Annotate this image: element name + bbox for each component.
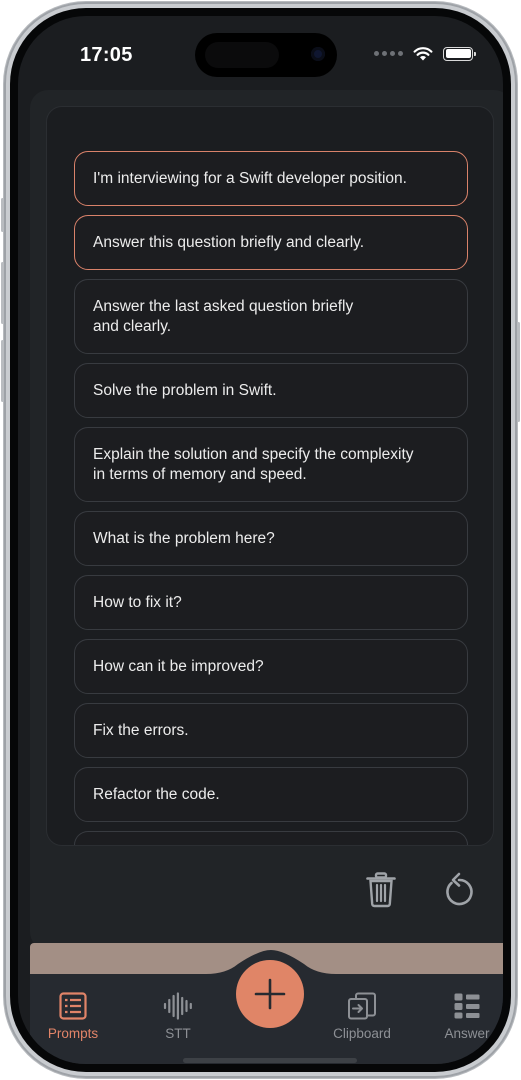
sensor	[205, 42, 279, 68]
volume-down-button	[1, 340, 4, 402]
prompt-scroll-area[interactable]: I'm interviewing for a Swift developer p…	[46, 106, 494, 846]
status-time: 17:05	[80, 44, 133, 66]
battery-icon	[443, 46, 476, 61]
tab-label: Clipboard	[333, 1026, 391, 1041]
prompt-item[interactable]: How to fix it?	[74, 575, 468, 630]
prompt-list: I'm interviewing for a Swift developer p…	[74, 151, 468, 845]
prompt-item[interactable]: Solve the problem in Swift.	[74, 363, 468, 418]
answer-list-icon	[454, 993, 480, 1019]
prompt-text: Explain the solution and specify the com…	[93, 446, 414, 483]
clipboard-paste-icon	[348, 992, 376, 1020]
prompt-item[interactable]: What is the problem here?	[74, 511, 468, 566]
prompt-text: How to fix it?	[93, 593, 182, 611]
waveform-icon	[163, 992, 192, 1020]
prompt-text: Solve the problem in Swift.	[93, 381, 277, 399]
power-button	[517, 322, 520, 422]
prompts-list-icon	[59, 992, 87, 1020]
screen: 17:05 I'm interviewing for a Swift devel…	[18, 16, 503, 1064]
delete-button[interactable]	[361, 868, 401, 912]
camera	[311, 47, 325, 61]
prompt-text: I'm interviewing for a Swift developer p…	[93, 169, 407, 187]
add-prompt-button[interactable]	[236, 960, 304, 1028]
trash-icon	[366, 872, 396, 908]
tab-prompts[interactable]: Prompts	[28, 992, 118, 1041]
prompt-item[interactable]: Explain the solution and specify the com…	[74, 427, 468, 502]
prompt-item[interactable]: Answer the last asked question briefly a…	[74, 279, 468, 354]
prompt-text: How can it be improved?	[93, 657, 264, 675]
prompt-item[interactable]: I'm interviewing for a Swift developer p…	[74, 151, 468, 206]
bezel: 17:05 I'm interviewing for a Swift devel…	[10, 8, 511, 1072]
prompt-text: Answer this question briefly and clearly…	[93, 233, 365, 251]
prompt-text: What is the problem here?	[93, 529, 275, 547]
prompt-item[interactable]: Refactor the code.	[74, 767, 468, 822]
action-button	[1, 198, 4, 232]
phone-frame: 17:05 I'm interviewing for a Swift devel…	[1, 2, 520, 1078]
tab-label: Prompts	[47, 1026, 99, 1041]
tab-label: Answer	[444, 1026, 490, 1041]
volume-up-button	[1, 262, 4, 324]
home-indicator	[183, 1058, 357, 1063]
reset-button[interactable]	[439, 868, 479, 912]
tab-stt[interactable]: STT	[133, 992, 223, 1041]
prompt-text: Refactor the code.	[93, 785, 220, 803]
tab-label: STT	[165, 1026, 191, 1041]
prompt-item-partial[interactable]	[74, 831, 468, 845]
reset-arrow-icon	[446, 872, 473, 906]
prompt-text: Answer the last asked question briefly a…	[93, 298, 354, 335]
prompt-item[interactable]: Fix the errors.	[74, 703, 468, 758]
prompt-text: Fix the errors.	[93, 721, 189, 739]
tab-clipboard[interactable]: Clipboard	[317, 992, 407, 1041]
wifi-icon	[413, 47, 433, 61]
tab-answer[interactable]: Answer	[422, 992, 503, 1041]
status-icons	[374, 46, 476, 61]
dynamic-island	[195, 33, 337, 77]
cellular-signal-icon	[374, 51, 403, 56]
prompt-item[interactable]: How can it be improved?	[74, 639, 468, 694]
plus-icon	[254, 978, 286, 1010]
prompt-item[interactable]: Answer this question briefly and clearly…	[74, 215, 468, 270]
